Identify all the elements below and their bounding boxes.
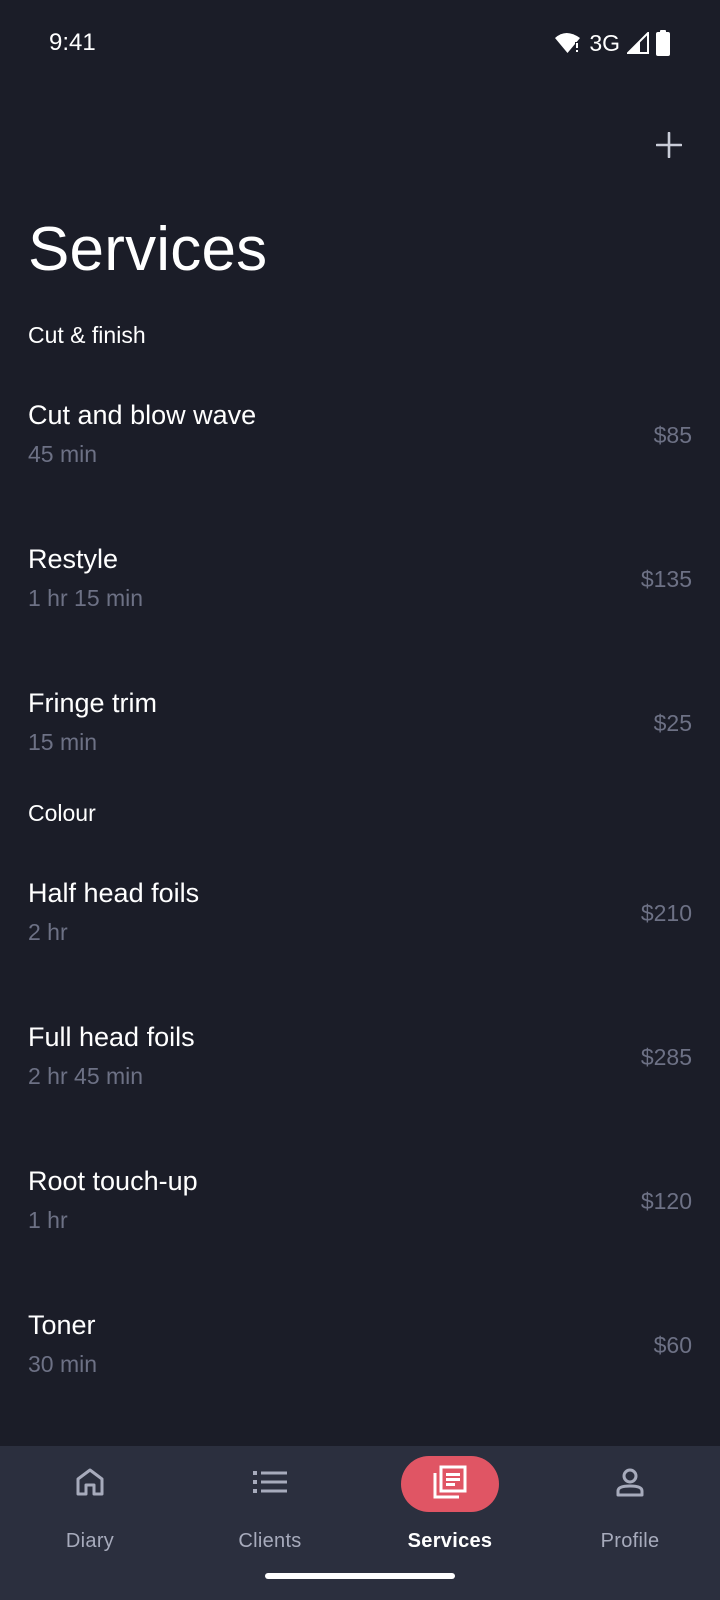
- service-duration: 30 min: [28, 1351, 98, 1377]
- service-duration: 2 hr 45 min: [28, 1063, 144, 1089]
- add-service-button[interactable]: [647, 125, 691, 169]
- network-type: 3G: [589, 29, 620, 56]
- service-name: Restyle: [28, 544, 119, 574]
- nav-label: Services: [407, 1530, 493, 1552]
- home-indicator[interactable]: [265, 1573, 455, 1579]
- battery-icon: [656, 30, 670, 56]
- list-icon: [253, 1469, 287, 1500]
- status-icons: 3G: [554, 28, 670, 58]
- service-name: Fringe trim: [28, 688, 158, 718]
- service-row[interactable]: Fringe trim 15 min $25: [0, 688, 720, 800]
- page-title: Services: [28, 215, 268, 284]
- status-bar: 9:41 3G: [0, 0, 720, 88]
- status-time: 9:41: [49, 29, 96, 56]
- service-name: Cut and blow wave: [28, 400, 257, 430]
- service-price: $60: [653, 1332, 692, 1358]
- plus-icon: [655, 131, 683, 163]
- section-header: Colour: [0, 800, 720, 878]
- wifi-icon: [554, 31, 582, 55]
- service-name: Half head foils: [28, 878, 200, 908]
- service-price: $120: [640, 1188, 692, 1214]
- services-screen: 9:41 3G Services Cut & finish Cut and bl…: [0, 0, 720, 1600]
- service-duration: 1 hr: [28, 1207, 68, 1233]
- signal-icon: [627, 32, 649, 54]
- service-name: Full head foils: [28, 1022, 195, 1052]
- nav-item-profile[interactable]: Profile: [540, 1446, 720, 1566]
- service-row[interactable]: Root touch-up 1 hr $120: [0, 1166, 720, 1310]
- nav-label: Clients: [238, 1530, 302, 1552]
- service-row[interactable]: Cut and blow wave 45 min $85: [0, 400, 720, 544]
- service-price: $210: [640, 900, 692, 926]
- section-title: Cut & finish: [28, 322, 146, 348]
- service-list: Cut & finish Cut and blow wave 45 min $8…: [0, 322, 720, 1454]
- service-duration: 45 min: [28, 441, 98, 467]
- service-price: $285: [640, 1044, 692, 1070]
- home-icon: [74, 1466, 106, 1503]
- nav-item-clients[interactable]: Clients: [180, 1446, 360, 1566]
- section-header: Cut & finish: [0, 322, 720, 400]
- nav-label: Diary: [65, 1530, 115, 1552]
- service-duration: 2 hr: [28, 919, 68, 945]
- nav-label: Profile: [600, 1530, 660, 1552]
- service-name: Root touch-up: [28, 1166, 198, 1196]
- nav-item-services[interactable]: Services: [360, 1446, 540, 1566]
- service-row[interactable]: Half head foils 2 hr $210: [0, 878, 720, 1022]
- service-name: Toner: [28, 1310, 96, 1340]
- service-row[interactable]: Full head foils 2 hr 45 min $285: [0, 1022, 720, 1166]
- nav-item-diary[interactable]: Diary: [0, 1446, 180, 1566]
- service-price: $25: [653, 710, 692, 736]
- service-duration: 1 hr 15 min: [28, 585, 144, 611]
- section-title: Colour: [28, 800, 96, 826]
- service-row[interactable]: Toner 30 min $60: [0, 1310, 720, 1454]
- service-duration: 15 min: [28, 729, 98, 755]
- services-icon: [432, 1464, 468, 1505]
- nav-pill: [581, 1456, 679, 1512]
- service-row[interactable]: Restyle 1 hr 15 min $135: [0, 544, 720, 688]
- nav-pill: [41, 1456, 139, 1512]
- nav-pill-active: [401, 1456, 499, 1512]
- service-price: $135: [640, 566, 692, 592]
- person-icon: [614, 1466, 646, 1503]
- nav-pill: [221, 1456, 319, 1512]
- service-price: $85: [653, 422, 692, 448]
